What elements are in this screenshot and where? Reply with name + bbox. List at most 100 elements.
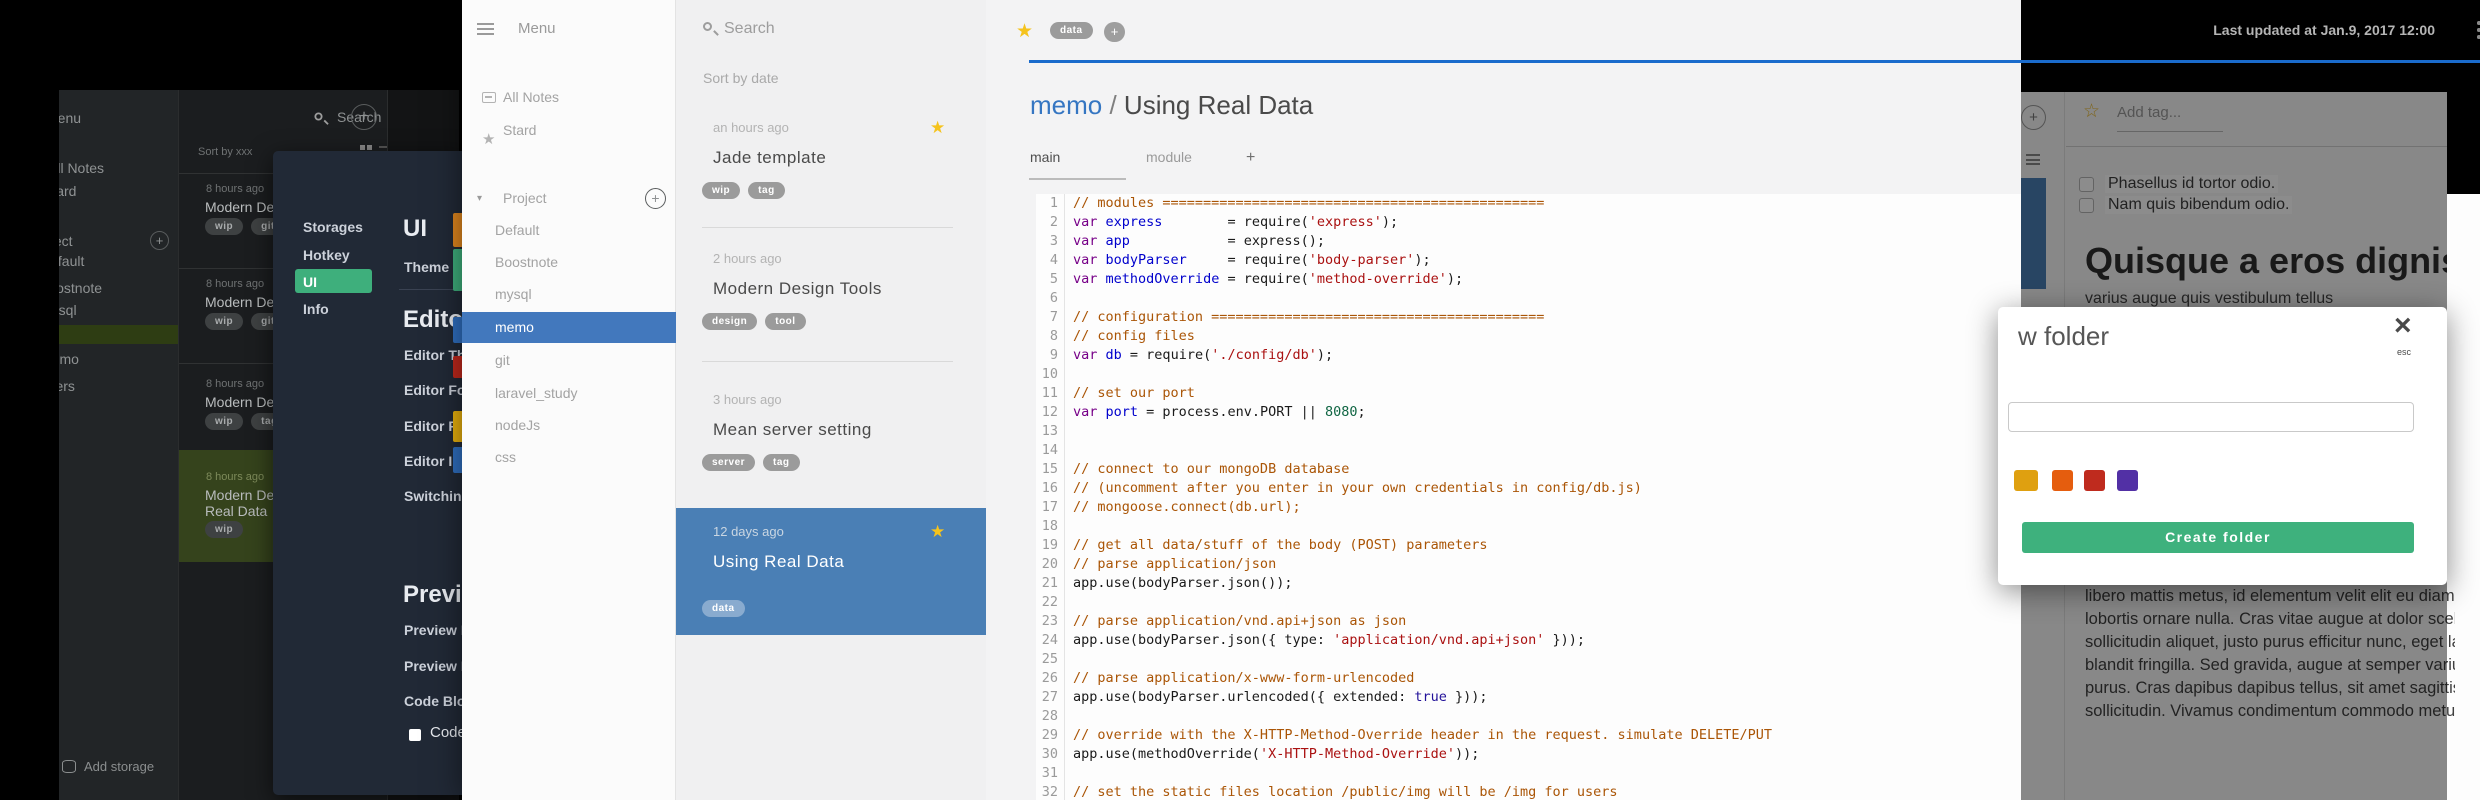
checkbox[interactable] [409, 729, 421, 741]
tag-badge[interactable]: tag [748, 182, 785, 199]
settings-nav-info[interactable]: Info [303, 297, 329, 321]
sidebar-item-memo[interactable]: memo [59, 348, 178, 370]
settings-row[interactable]: Preview F [404, 658, 469, 674]
sidebar-item-label: All Notes [503, 89, 560, 105]
note-list-panel: Search + Sort by date an hours ago ★ Jade … [676, 0, 1176, 800]
sidebar-item-all-notes[interactable]: All Notes [462, 82, 676, 113]
note-time: an hours ago [713, 120, 789, 135]
tab-module[interactable]: module [1146, 149, 1192, 165]
sidebar-item-label: css [495, 449, 516, 465]
settings-row[interactable]: Preview F [404, 622, 469, 638]
all-notes-icon [482, 92, 496, 103]
note-time: 8 hours ago [206, 183, 265, 195]
tag-row: design tool [702, 313, 806, 330]
sidebar-item-memo[interactable]: memo [462, 312, 676, 343]
sidebar-item-label: Default [495, 222, 540, 238]
note-time: 8 hours ago [206, 471, 265, 483]
add-folder-icon[interactable]: + [645, 188, 666, 209]
note-title: Using Real Data [1123, 90, 1314, 120]
sidebar-item-default[interactable]: Default [59, 250, 178, 272]
search-input[interactable]: Search [724, 20, 775, 38]
note-list-item[interactable]: an hours ago ★ Jade template wip tag [676, 104, 986, 214]
sidebar-item-others[interactable]: others [59, 375, 178, 397]
sidebar-item-boostnote[interactable]: Boostnote [59, 325, 178, 344]
chevron-down-icon[interactable]: ▾ [477, 183, 482, 214]
desktop: MenuAll NotesStardProject+DefaultBoostno… [0, 0, 2480, 800]
sidebar-item-menu[interactable]: Menu [59, 107, 178, 129]
add-storage-button[interactable]: Add storage [62, 758, 154, 774]
main-app-window: Menu All Notes ★ Stard ▾ Project + Default Boos… [462, 0, 2480, 800]
new-note-button[interactable]: + [351, 104, 377, 130]
settings-nav-storages[interactable]: Storages [303, 215, 363, 239]
add-folder-icon[interactable]: + [150, 231, 169, 250]
tag-badge[interactable]: design [702, 313, 758, 330]
star-icon: ★ [482, 131, 496, 148]
sidebar-item-label: memo [495, 319, 534, 335]
sidebar-item-nodejs[interactable]: nodeJs [462, 410, 676, 441]
settings-row-theme[interactable]: Theme [404, 259, 449, 275]
tag-badge[interactable]: wip [205, 413, 244, 430]
close-icon[interactable]: × [2394, 309, 2412, 343]
sidebar-item-stard[interactable]: ★ Stard [462, 115, 676, 148]
star-icon[interactable]: ★ [930, 522, 945, 542]
menu-button[interactable]: Menu [477, 17, 657, 41]
create-folder-dialog: w folder × esc Create folder [1998, 307, 2447, 585]
tag-badge[interactable]: tag [763, 454, 800, 471]
folder-color-swatch[interactable] [2014, 470, 2038, 491]
add-tag-button[interactable]: + [1104, 22, 1125, 42]
tag-badge[interactable]: wip [205, 521, 244, 538]
sidebar-item-all notes[interactable]: All Notes [59, 157, 178, 179]
folder-name-input[interactable] [2008, 402, 2414, 432]
settings-row[interactable]: Switching [404, 488, 470, 504]
breadcrumb-folder[interactable]: memo [1030, 90, 1102, 120]
sidebar-item-git[interactable]: git [462, 345, 676, 376]
tag-badge[interactable]: wip [702, 182, 741, 199]
sidebar-item-boostnote[interactable]: Boostnote [462, 247, 676, 278]
tag-row: wip tag [702, 182, 785, 199]
tag-badge[interactable]: wip [205, 218, 244, 235]
sidebar-item-boostnote[interactable]: Boostnote [59, 277, 178, 299]
note-title: Jade template [713, 148, 827, 167]
note-time: 8 hours ago [206, 378, 265, 390]
sidebar-item-stard[interactable]: Stard [59, 180, 178, 202]
sidebar-item-default[interactable]: Default [462, 215, 676, 246]
settings-nav-ui[interactable]: UI [303, 270, 317, 294]
sort-selector[interactable]: Sort by date [703, 70, 779, 86]
sidebar-item-label: mysql [495, 286, 532, 302]
sort-selector[interactable]: Sort by xxx [198, 146, 252, 158]
note-list-item[interactable]: 2 hours ago Modern Design Tools design tool [676, 235, 986, 345]
note-list-item[interactable]: 12 days ago ★ Using Real Data data [676, 508, 986, 635]
note-list-item[interactable]: 3 hours ago Mean server setting server tag [676, 376, 986, 486]
note-title: Using Real Data [713, 552, 845, 571]
folder-color-swatch[interactable] [2052, 470, 2073, 491]
tab-main[interactable]: main [1030, 149, 1060, 165]
sidebar-item-project[interactable]: ▾ Project + [462, 183, 676, 214]
note-time: 12 days ago [713, 524, 784, 539]
star-icon[interactable]: ★ [1016, 20, 1033, 43]
sidebar-item-mysql[interactable]: mysql [59, 299, 178, 321]
sidebar-item-label: Project [503, 190, 547, 206]
tag-badge[interactable]: wip [205, 313, 244, 330]
create-folder-button[interactable]: Create folder [2022, 522, 2414, 553]
folder-color-swatch[interactable] [2084, 470, 2105, 491]
settings-row[interactable]: Editor Fo [404, 382, 465, 398]
note-breadcrumb-title: memo / Using Real Data [1030, 90, 1314, 120]
sidebar-item-project[interactable]: Project+ [59, 230, 178, 252]
editor-panel: ★ data + Last updated at Jan.9, 2017 12:… [986, 0, 2480, 800]
tag-badge[interactable]: tool [765, 313, 806, 330]
search-icon [314, 112, 323, 121]
tab-add-button[interactable]: + [1246, 149, 1255, 167]
tag-row: server tag [702, 454, 800, 471]
sidebar-item-css[interactable]: css [462, 442, 676, 473]
tag-badge[interactable]: data [702, 600, 745, 617]
settings-nav-hotkey[interactable]: Hotkey [303, 243, 350, 267]
dark-sidebar: Menu All NotesStard Project+Default Boostno… [59, 90, 178, 800]
sidebar-item-mysql[interactable]: mysql [462, 279, 676, 310]
divider [702, 361, 953, 362]
star-icon[interactable]: ★ [930, 118, 945, 138]
sidebar-item-laravel_study[interactable]: laravel_study [462, 378, 676, 409]
folder-color-swatch[interactable] [2117, 470, 2138, 491]
tag-badge[interactable]: server [702, 454, 756, 471]
settings-row[interactable]: Code Blo [404, 693, 465, 709]
note-tag-badge[interactable]: data [1050, 22, 1093, 39]
